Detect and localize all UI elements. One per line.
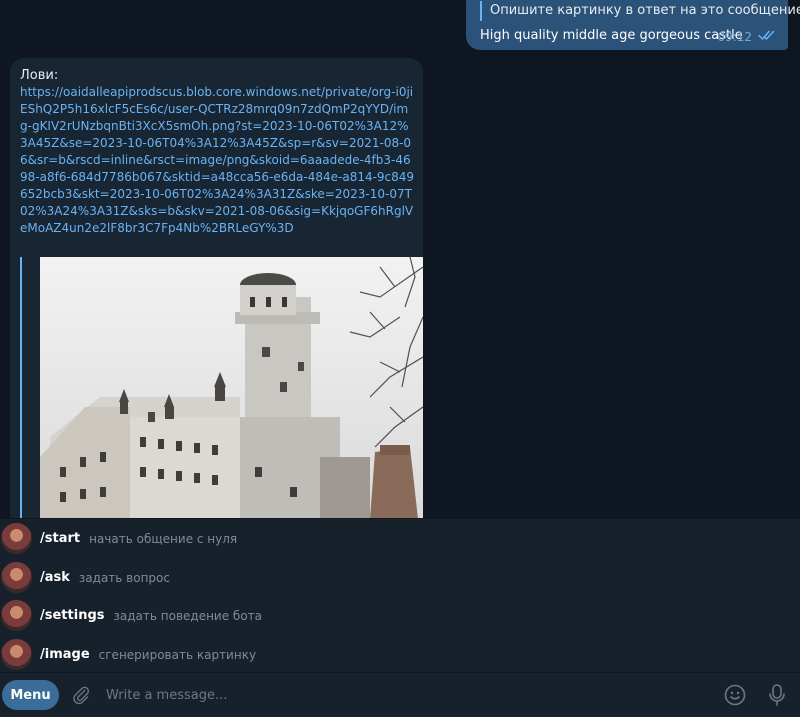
message-time: 09:12 bbox=[717, 29, 752, 44]
bot-avatar bbox=[1, 600, 32, 631]
reply-quote[interactable]: Опишите картинку в ответ на это сообщени… bbox=[480, 1, 800, 21]
command-settings[interactable]: /settings задать поведение бота bbox=[0, 596, 800, 635]
command-description: начать общение с нуля bbox=[89, 531, 238, 546]
link-preview[interactable] bbox=[20, 257, 423, 518]
command-description: задать поведение бота bbox=[113, 608, 263, 623]
incoming-message[interactable]: Лови: https://oaidalleapiprodscus.blob.c… bbox=[10, 58, 423, 518]
message-input[interactable] bbox=[106, 687, 706, 703]
command-name: /image bbox=[40, 647, 90, 662]
double-check-icon bbox=[758, 29, 776, 44]
bot-avatar bbox=[1, 562, 32, 593]
emoji-icon[interactable] bbox=[721, 681, 749, 709]
bot-avatar bbox=[1, 639, 32, 670]
outgoing-message[interactable]: Опишите картинку в ответ на это сообщени… bbox=[466, 0, 800, 50]
chat-area[interactable]: Опишите картинку в ответ на это сообщени… bbox=[0, 0, 800, 518]
message-title: Лови: bbox=[20, 68, 59, 83]
bot-commands-panel: /start начать общение с нуля /ask задать… bbox=[0, 518, 800, 672]
command-description: задать вопрос bbox=[78, 570, 170, 585]
menu-button[interactable]: Menu bbox=[2, 680, 59, 710]
command-ask[interactable]: /ask задать вопрос bbox=[0, 558, 800, 597]
command-description: сгенерировать картинку bbox=[98, 647, 257, 662]
message-meta: 09:12 bbox=[717, 29, 776, 44]
command-name: /start bbox=[40, 531, 81, 546]
microphone-icon[interactable] bbox=[763, 681, 791, 709]
command-name: /settings bbox=[40, 608, 105, 623]
attach-icon[interactable] bbox=[62, 676, 100, 714]
message-input-bar: Menu bbox=[0, 672, 800, 717]
image-link[interactable]: https://oaidalleapiprodscus.blob.core.wi… bbox=[20, 84, 415, 237]
castle-image[interactable] bbox=[40, 257, 423, 518]
command-name: /ask bbox=[40, 570, 70, 585]
command-image[interactable]: /image сгенерировать картинку bbox=[0, 635, 800, 674]
bot-avatar bbox=[1, 523, 32, 554]
command-start[interactable]: /start начать общение с нуля bbox=[0, 519, 800, 558]
